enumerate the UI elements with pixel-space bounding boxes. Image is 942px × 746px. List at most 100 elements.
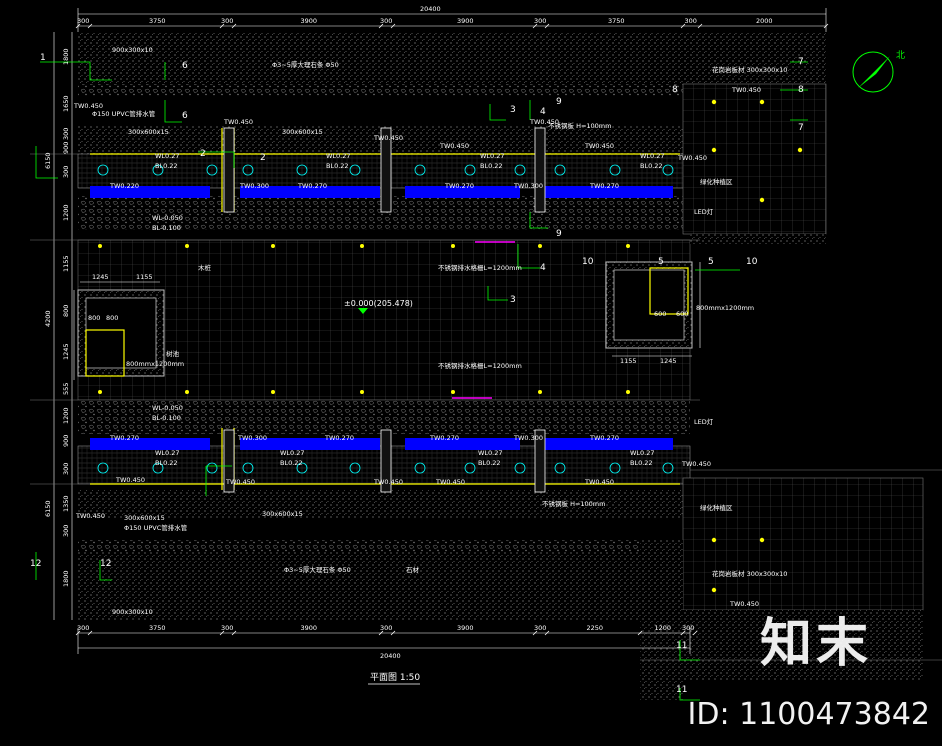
top-granite-band bbox=[78, 32, 826, 84]
label-tw450-g: TW0.450 bbox=[115, 476, 145, 484]
top-dim-3: 3900 bbox=[301, 17, 318, 25]
right-bottom-stipple bbox=[640, 540, 683, 700]
left-dim-1: 1650 bbox=[62, 95, 70, 112]
bottom-dim-7: 2250 bbox=[587, 624, 604, 632]
box-left-dim-2: 800 bbox=[88, 314, 100, 322]
label-bl022-c: BL0.22 bbox=[480, 162, 503, 170]
label-stone3: Φ3~5厚大理石条 Φ50 bbox=[272, 60, 339, 69]
top-dimension-text: 300 3750 300 3900 300 3900 300 3750 300 2000 bbox=[77, 17, 773, 25]
left-outer-dim-0: 6150 bbox=[44, 152, 52, 169]
box-left-dim-3: 800 bbox=[106, 314, 118, 322]
central-paving-area bbox=[77, 239, 691, 401]
label-bl022-a: BL0.22 bbox=[155, 162, 178, 170]
bottom-total: 20400 bbox=[380, 652, 401, 660]
label-top-band: 900x300x10 bbox=[112, 46, 153, 54]
section-marker-19: 11 bbox=[676, 641, 687, 651]
label-wl027-c: WL0.27 bbox=[480, 152, 505, 160]
label-wl027-f: WL0.27 bbox=[280, 449, 305, 457]
label-upvc: Φ150 UPVC管排水管 bbox=[92, 109, 156, 118]
top-dim-6: 300 bbox=[534, 17, 546, 25]
label-bl022-d: BL0.22 bbox=[640, 162, 663, 170]
left-dim-15: 1800 bbox=[62, 570, 70, 587]
bottom-dim-9: 300 bbox=[682, 624, 694, 632]
tree-box-right bbox=[605, 261, 693, 349]
label-wl027-g: WL0.27 bbox=[478, 449, 503, 457]
label-tw220: TW0.220 bbox=[109, 182, 139, 190]
label-wl027-e: WL0.27 bbox=[155, 449, 180, 457]
top-total: 20400 bbox=[420, 5, 441, 13]
bottom-dim-5: 3900 bbox=[457, 624, 474, 632]
label-wl-low: WL-0.050 bbox=[152, 404, 183, 412]
bottom-strip bbox=[78, 540, 640, 552]
section-marker-8: 2 bbox=[260, 153, 266, 163]
top-dim-4: 300 bbox=[380, 17, 392, 25]
left-dim-0: 1800 bbox=[62, 48, 70, 65]
center-elevation: ±0.000(205.478) bbox=[344, 299, 413, 308]
label-box-right: 800mmx1200mm bbox=[696, 304, 754, 312]
label-tw450-e: TW0.450 bbox=[584, 142, 614, 150]
drawing-title: 平面图 1:50 bbox=[370, 672, 420, 683]
label-tw270-b: TW0.270 bbox=[444, 182, 474, 190]
label-tw450-h: TW0.450 bbox=[225, 478, 255, 486]
label-pile: 木桩 bbox=[198, 263, 212, 272]
section-marker-2: 6 bbox=[182, 111, 188, 121]
label-stone1: 300x600x15 bbox=[128, 128, 169, 136]
left-dim-6: 1155 bbox=[62, 255, 70, 272]
bottom-dim-1: 3750 bbox=[149, 624, 166, 632]
label-bl022-e: BL0.22 bbox=[155, 459, 178, 467]
section-marker-9: 3 bbox=[510, 105, 516, 115]
label-tree-pit: 树池 bbox=[166, 349, 180, 358]
bottom-dim-2: 300 bbox=[221, 624, 233, 632]
label-upvc-low: Φ150 UPVC管排水管 bbox=[124, 523, 188, 532]
label-tw300-a: TW0.300 bbox=[239, 182, 269, 190]
label-tw450-o: TW0.450 bbox=[731, 86, 761, 94]
section-marker-17: 10 bbox=[582, 257, 594, 267]
label-light-b: LED灯 bbox=[694, 417, 714, 426]
label-tw270-f: TW0.270 bbox=[429, 434, 459, 442]
label-right-bottom: 花岗岩板材 300x300x10 bbox=[712, 569, 787, 578]
top-dim-0: 300 bbox=[77, 17, 89, 25]
section-marker-18: 10 bbox=[746, 257, 758, 267]
label-grid-b: 绿化种植区 bbox=[700, 503, 733, 512]
label-wl027-h: WL0.27 bbox=[630, 449, 655, 457]
label-tw450-i: TW0.450 bbox=[373, 478, 403, 486]
top-dim-8: 300 bbox=[685, 17, 697, 25]
label-bl022-h: BL0.22 bbox=[630, 459, 653, 467]
section-marker-22: 12 bbox=[100, 559, 111, 569]
label-tw300-c: TW0.300 bbox=[237, 434, 267, 442]
bottom-dim-6: 300 bbox=[534, 624, 546, 632]
section-marker-1: 6 bbox=[182, 61, 188, 71]
cad-drawing-canvas: 北 900x300x10 Φ3~5厚大理石条 Φ50 TW0.450 Φ150 … bbox=[0, 0, 942, 746]
bottom-dim-0: 300 bbox=[77, 624, 89, 632]
label-tw450-d: TW0.450 bbox=[439, 142, 469, 150]
left-dimension-text: 1800 1650 300 900 300 1200 1155 800 1245 555 1200 9… bbox=[44, 48, 70, 587]
label-bottom-band: 900x300x10 bbox=[112, 608, 153, 616]
section-marker-11: 4 bbox=[540, 107, 546, 117]
section-marker-12: 4 bbox=[540, 263, 546, 273]
label-tw270-e: TW0.270 bbox=[324, 434, 354, 442]
label-drain1: 不锈钢排水格栅L=1200mm bbox=[438, 263, 522, 272]
label-tw450-f: TW0.450 bbox=[677, 154, 707, 162]
bottom-granite-band bbox=[78, 552, 640, 620]
north-arrow: 北 bbox=[852, 50, 905, 93]
section-marker-4: 7 bbox=[798, 123, 804, 133]
left-dim-11: 900 bbox=[62, 435, 70, 447]
box-right-dim-0: 1155 bbox=[620, 357, 637, 365]
bottom-dimension-text: 300 3750 300 3900 300 3900 300 2250 1200 300 bbox=[77, 624, 694, 632]
section-marker-13: 5 bbox=[658, 257, 664, 267]
label-tw450-a: TW0.450 bbox=[223, 118, 253, 126]
label-bl-low: BL-0.100 bbox=[152, 414, 181, 422]
top-dim-7: 3750 bbox=[608, 17, 625, 25]
label-stone-low2: 300x600x15 bbox=[262, 510, 303, 518]
left-dim-4: 300 bbox=[62, 166, 70, 178]
label-tw450-m: TW0.450 bbox=[75, 512, 105, 520]
label-tw300-d: TW0.300 bbox=[513, 434, 543, 442]
label-steel: 不锈钢板 H=100mm bbox=[548, 121, 611, 130]
box-right-dim-1: 1245 bbox=[660, 357, 677, 365]
section-marker-5: 8 bbox=[798, 85, 804, 95]
top-strip bbox=[78, 84, 683, 96]
section-marker-3: 7 bbox=[798, 57, 804, 67]
left-dim-13: 1350 bbox=[62, 495, 70, 512]
left-dim-9: 555 bbox=[62, 383, 70, 395]
label-wl027-a: WL0.27 bbox=[155, 152, 180, 160]
